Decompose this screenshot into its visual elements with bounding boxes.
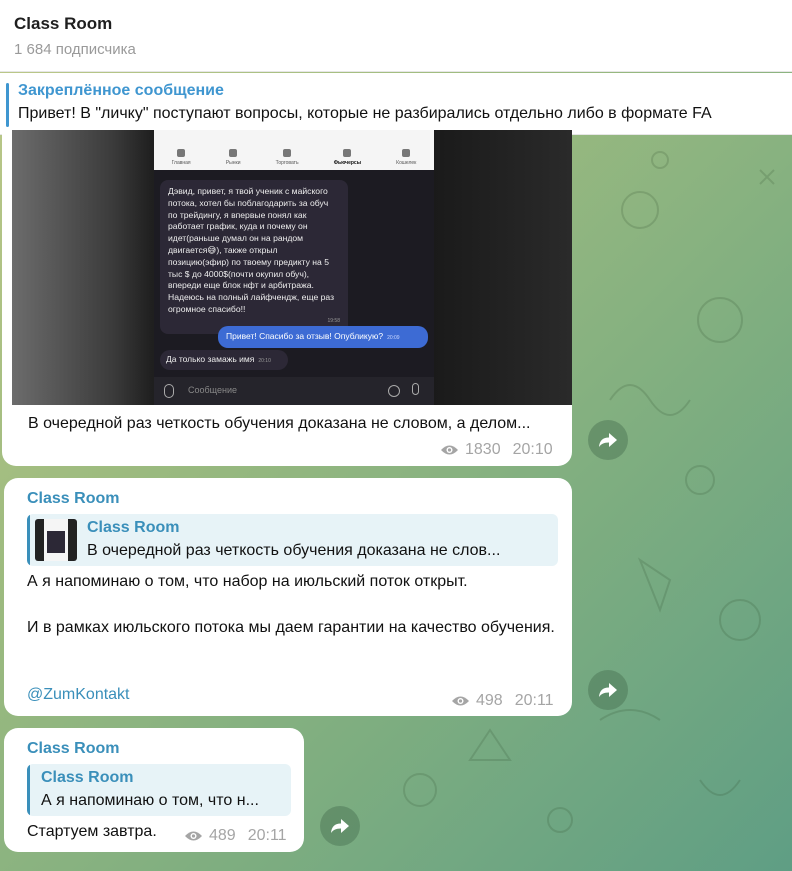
message-text: Стартуем завтра. bbox=[27, 823, 157, 840]
quote-accent-bar bbox=[27, 514, 30, 566]
channel-title: Class Room bbox=[14, 14, 113, 33]
eye-icon bbox=[451, 695, 470, 707]
phone-screenshot: Главная Рынки Торговать Фьючерсы Кошелек… bbox=[154, 130, 434, 405]
subscriber-count: 1 684 подписчика bbox=[14, 41, 136, 58]
view-count: 498 bbox=[476, 692, 503, 709]
reply-quote[interactable]: Class Room А я напоминаю о том, что н... bbox=[27, 764, 291, 816]
app-tab-bar: Главная Рынки Торговать Фьючерсы Кошелек bbox=[154, 130, 434, 170]
tab-home: Главная bbox=[172, 149, 191, 166]
message-time: 20:10 bbox=[512, 441, 553, 458]
paperclip-icon bbox=[164, 384, 174, 398]
message-time: 20:11 bbox=[514, 692, 554, 709]
tab-wallet: Кошелек bbox=[396, 149, 416, 166]
message-text: А я напоминаю о том, что набор на июльск… bbox=[27, 573, 468, 590]
view-count: 1830 bbox=[465, 441, 501, 458]
tab-futures: Фьючерсы bbox=[334, 149, 361, 166]
quote-text: А я напоминаю о том, что н... bbox=[41, 792, 259, 809]
eye-icon bbox=[440, 444, 459, 456]
pinned-accent-bar bbox=[6, 83, 9, 127]
sticker-icon bbox=[388, 385, 400, 397]
forward-icon bbox=[599, 683, 617, 697]
message-text: И в рамках июльского потока мы даем гара… bbox=[27, 619, 555, 636]
quote-text: В очередной раз четкость обучения доказа… bbox=[87, 542, 501, 559]
trade-icon bbox=[283, 149, 292, 157]
home-icon bbox=[177, 149, 186, 157]
review-message: Дэвид, привет, я твой ученик с майского … bbox=[160, 180, 348, 334]
sender-name[interactable]: Class Room bbox=[27, 490, 119, 508]
futures-icon bbox=[343, 149, 352, 157]
quote-sender: Class Room bbox=[41, 769, 134, 786]
contact-link[interactable]: @ZumKontakt bbox=[27, 686, 130, 704]
message-bubble[interactable]: Class Room Class Room В очередной раз че… bbox=[4, 478, 572, 716]
forward-icon bbox=[331, 819, 349, 833]
chat-header[interactable]: Class Room 1 684 подписчика bbox=[0, 0, 792, 72]
message-meta: 498 20:11 bbox=[451, 692, 554, 710]
forward-icon bbox=[599, 433, 617, 447]
message-time: 20:11 bbox=[247, 827, 287, 844]
tab-markets: Рынки bbox=[226, 149, 240, 166]
pinned-title: Закреплённое сообщение bbox=[18, 82, 224, 99]
sender-name[interactable]: Class Room bbox=[27, 740, 119, 758]
forward-button[interactable] bbox=[320, 806, 360, 846]
eye-icon bbox=[184, 830, 203, 842]
message-meta: 489 20:11 bbox=[184, 827, 287, 845]
message-bubble[interactable]: Главная Рынки Торговать Фьючерсы Кошелек… bbox=[2, 130, 572, 466]
reply-message: Привет! Спасибо за отзыв! Опубликую? 20:0… bbox=[218, 326, 428, 348]
wallet-icon bbox=[402, 149, 411, 157]
forward-button[interactable] bbox=[588, 670, 628, 710]
message-photo[interactable]: Главная Рынки Торговать Фьючерсы Кошелек… bbox=[12, 130, 572, 405]
pinned-text: Привет! В "личку" поступают вопросы, кот… bbox=[18, 105, 712, 122]
phone-input-bar: Сообщение bbox=[154, 377, 434, 405]
reply-quote[interactable]: Class Room В очередной раз четкость обуч… bbox=[27, 514, 558, 566]
microphone-icon bbox=[412, 383, 419, 395]
view-count: 489 bbox=[209, 827, 236, 844]
pinned-message-bar[interactable]: Закреплённое сообщение Привет! В "личку"… bbox=[0, 73, 792, 135]
message-text: В очередной раз четкость обучения доказа… bbox=[28, 415, 531, 432]
quote-accent-bar bbox=[27, 764, 30, 816]
tab-trade: Торговать bbox=[276, 149, 299, 166]
message-bubble[interactable]: Class Room Class Room А я напоминаю о то… bbox=[4, 728, 304, 852]
quote-thumbnail bbox=[35, 519, 77, 561]
message-meta: 1830 20:10 bbox=[440, 441, 553, 459]
forward-button[interactable] bbox=[588, 420, 628, 460]
chart-icon bbox=[229, 149, 238, 157]
quote-sender: Class Room bbox=[87, 519, 180, 536]
answer-message: Да только замажь имя 20:10 bbox=[160, 350, 288, 370]
